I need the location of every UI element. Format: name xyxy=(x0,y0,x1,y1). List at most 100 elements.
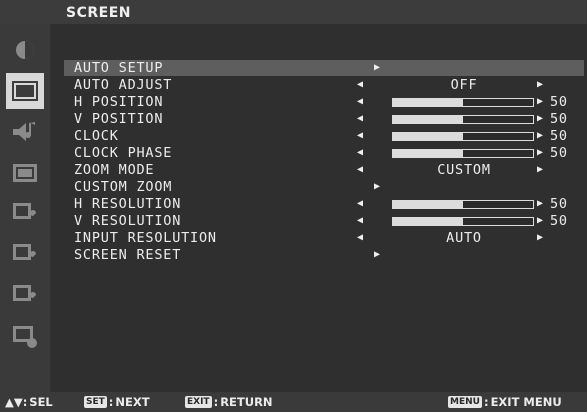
menu-item-label: AUTO ADJUST xyxy=(74,77,173,93)
menu-item-label: INPUT RESOLUTION xyxy=(74,230,217,246)
left-arrow-icon[interactable]: ◀ xyxy=(357,111,364,127)
slider-track[interactable] xyxy=(392,217,534,226)
menu-item-label: H POSITION xyxy=(74,94,164,110)
slider-track[interactable] xyxy=(392,115,534,124)
hint-label: NEXT xyxy=(115,395,150,409)
option-value: OFF xyxy=(450,77,478,93)
picture-icon xyxy=(16,41,34,59)
menu-item-h-position[interactable]: H POSITION ◀ ▶ 50 xyxy=(64,94,584,110)
menu-item-auto-setup[interactable]: AUTO SETUP ▶ xyxy=(64,60,584,76)
menu-item-label: AUTO SETUP xyxy=(74,60,164,76)
slider-value: 50 xyxy=(550,196,568,212)
option-value: AUTO xyxy=(446,230,482,246)
slider-track[interactable] xyxy=(392,200,534,209)
right-arrow-icon[interactable]: ▶ xyxy=(537,94,544,110)
sidebar-item-picture[interactable] xyxy=(6,32,44,68)
menu-item-clock[interactable]: CLOCK ◀ ▶ 50 xyxy=(64,128,584,144)
hint-label: : xyxy=(213,395,219,409)
right-arrow-icon[interactable]: ▶ xyxy=(537,128,544,144)
exit-key-icon: EXIT xyxy=(185,396,212,408)
sidebar-item-screen[interactable] xyxy=(6,73,44,109)
submenu-arrow-icon: ▶ xyxy=(374,181,381,192)
page-title: SCREEN xyxy=(66,5,131,21)
slider-value: 50 xyxy=(550,128,568,144)
right-arrow-icon[interactable]: ▶ xyxy=(537,162,544,178)
left-arrow-icon[interactable]: ◀ xyxy=(357,196,364,212)
sidebar-item-pip[interactable] xyxy=(6,155,44,191)
multi-display-icon xyxy=(13,285,36,306)
left-arrow-icon[interactable]: ◀ xyxy=(357,230,364,246)
right-arrow-icon[interactable]: ▶ xyxy=(537,145,544,161)
menu-item-label: CLOCK PHASE xyxy=(74,145,173,161)
menu-item-label: CUSTOM ZOOM xyxy=(74,179,173,195)
sidebar-item-advanced[interactable] xyxy=(6,237,44,273)
menu-item-v-position[interactable]: V POSITION ◀ ▶ 50 xyxy=(64,111,584,127)
slider-track[interactable] xyxy=(392,98,534,107)
left-arrow-icon[interactable]: ◀ xyxy=(357,94,364,110)
sidebar-item-information[interactable] xyxy=(6,319,44,355)
right-arrow-icon[interactable]: ▶ xyxy=(537,213,544,229)
menu-item-label: H RESOLUTION xyxy=(74,196,182,212)
slider-fill xyxy=(393,201,463,208)
slider-value: 50 xyxy=(550,145,568,161)
menu-item-label: CLOCK xyxy=(74,128,119,144)
submenu-arrow-icon: ▶ xyxy=(374,249,381,260)
left-arrow-icon[interactable]: ◀ xyxy=(357,162,364,178)
menu-item-clock-phase[interactable]: CLOCK PHASE ◀ ▶ 50 xyxy=(64,145,584,161)
hint-label: : xyxy=(483,395,489,409)
menu-item-h-resolution[interactable]: H RESOLUTION ◀ ▶ 50 xyxy=(64,196,584,212)
hint-label: EXIT MENU xyxy=(490,395,562,409)
osd-menu: SCREEN AUTO SETUP ▶ AUTO ADJUST ◀ OFF ▶ … xyxy=(0,0,587,412)
right-arrow-icon[interactable]: ▶ xyxy=(537,77,544,93)
hint-label: : xyxy=(108,395,114,409)
set-key-icon: SET xyxy=(84,396,107,408)
screen-icon xyxy=(12,81,38,101)
up-down-arrow-icon: ▲▼: xyxy=(5,395,28,409)
advanced-icon xyxy=(13,244,36,265)
menu-item-input-resolution[interactable]: INPUT RESOLUTION ◀ AUTO ▶ xyxy=(64,230,584,246)
hint-exit-menu: MENU : EXIT MENU xyxy=(448,395,562,409)
hint-select: ▲▼: SEL xyxy=(5,395,53,409)
menu-item-label: SCREEN RESET xyxy=(74,247,182,263)
audio-icon xyxy=(13,122,35,141)
footer-hint-bar: ▲▼: SEL SET : NEXT EXIT : RETURN MENU : … xyxy=(0,392,587,412)
hint-next: SET : NEXT xyxy=(84,395,150,409)
sidebar-item-multi-display[interactable] xyxy=(6,278,44,314)
slider-value: 50 xyxy=(550,213,568,229)
hint-label: RETURN xyxy=(220,395,273,409)
left-arrow-icon[interactable]: ◀ xyxy=(357,128,364,144)
slider-fill xyxy=(393,133,463,140)
slider-track[interactable] xyxy=(392,132,534,141)
menu-item-auto-adjust[interactable]: AUTO ADJUST ◀ OFF ▶ xyxy=(64,77,584,93)
left-arrow-icon[interactable]: ◀ xyxy=(357,145,364,161)
left-arrow-icon[interactable]: ◀ xyxy=(357,213,364,229)
sidebar-item-setup[interactable] xyxy=(6,196,44,232)
pip-icon xyxy=(13,164,37,182)
slider-track[interactable] xyxy=(392,149,534,158)
slider-value: 50 xyxy=(550,111,568,127)
sidebar-item-audio[interactable] xyxy=(6,114,44,150)
menu-item-label: V POSITION xyxy=(74,111,164,127)
right-arrow-icon[interactable]: ▶ xyxy=(537,196,544,212)
submenu-arrow-icon: ▶ xyxy=(374,62,381,73)
left-arrow-icon[interactable]: ◀ xyxy=(357,77,364,93)
hint-label: SEL xyxy=(29,395,53,409)
hint-return: EXIT : RETURN xyxy=(185,395,273,409)
menu-item-custom-zoom[interactable]: CUSTOM ZOOM ▶ xyxy=(64,179,584,195)
information-icon xyxy=(13,326,37,348)
setup-icon xyxy=(13,203,36,224)
menu-key-icon: MENU xyxy=(448,396,482,408)
right-arrow-icon[interactable]: ▶ xyxy=(537,230,544,246)
option-value: CUSTOM xyxy=(437,162,491,178)
menu-item-v-resolution[interactable]: V RESOLUTION ◀ ▶ 50 xyxy=(64,213,584,229)
menu-item-label: V RESOLUTION xyxy=(74,213,182,229)
slider-fill xyxy=(393,116,463,123)
slider-fill xyxy=(393,218,463,225)
slider-value: 50 xyxy=(550,94,568,110)
menu-item-zoom-mode[interactable]: ZOOM MODE ◀ CUSTOM ▶ xyxy=(64,162,584,178)
slider-fill xyxy=(393,150,463,157)
right-arrow-icon[interactable]: ▶ xyxy=(537,111,544,127)
title-bar: SCREEN xyxy=(0,0,587,24)
menu-item-screen-reset[interactable]: SCREEN RESET ▶ xyxy=(64,247,584,263)
slider-fill xyxy=(393,99,463,106)
